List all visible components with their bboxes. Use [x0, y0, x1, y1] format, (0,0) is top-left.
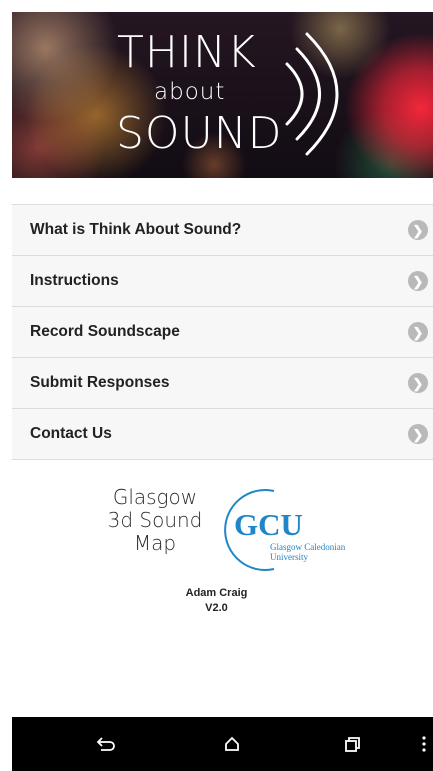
android-nav-bar: [12, 717, 433, 771]
logo-text-line: Map: [133, 531, 177, 555]
glasgow-3d-sound-map-logo: Glasgow 3d Sound Map: [100, 486, 210, 555]
gcu-name-line1: Glasgow Caledonian: [270, 542, 346, 552]
status-bar-area: [0, 0, 433, 12]
menu-item-label: Submit Responses: [30, 374, 170, 391]
menu-item-label: What is Think About Sound?: [30, 221, 242, 238]
hero-title-think: THINK: [117, 27, 257, 78]
spacer: [0, 178, 433, 204]
gcu-name-line2: University: [270, 552, 308, 562]
chevron-right-icon: ❯: [408, 322, 428, 342]
menu-item-what-is[interactable]: What is Think About Sound? ❯: [12, 205, 433, 256]
logo-text-line: 3d Sound: [107, 508, 203, 532]
logo-text-line: Glasgow: [112, 485, 198, 509]
chevron-right-icon: ❯: [408, 220, 428, 240]
sound-waves-icon: [285, 32, 339, 156]
home-button[interactable]: [217, 729, 247, 759]
app-version: V2.0: [205, 602, 228, 614]
chevron-right-icon: ❯: [408, 424, 428, 444]
menu-item-contact-us[interactable]: Contact Us ❯: [12, 409, 433, 460]
back-icon: [96, 737, 115, 751]
chevron-right-icon: ❯: [408, 271, 428, 291]
recent-apps-button[interactable]: [337, 729, 367, 759]
recent-apps-icon: [345, 737, 360, 752]
gcu-logo: GCU Glasgow Caledonian University: [224, 489, 346, 571]
menu-item-label: Contact Us: [30, 425, 112, 442]
credits: Adam Craig V2.0: [0, 586, 433, 616]
back-button[interactable]: [91, 729, 121, 759]
hero-banner: THINK about SOUND: [12, 12, 433, 178]
gcu-acronym: GCU: [234, 507, 303, 542]
menu-item-label: Instructions: [30, 272, 119, 289]
menu-item-instructions[interactable]: Instructions ❯: [12, 256, 433, 307]
menu-item-label: Record Soundscape: [30, 323, 180, 340]
logos-area: Glasgow 3d Sound Map GCU Glasgow Caledon…: [0, 480, 433, 580]
more-icon: [422, 736, 426, 752]
hero-title-sound: SOUND: [116, 108, 283, 159]
author-name: Adam Craig: [185, 587, 248, 599]
main-menu: What is Think About Sound? ❯ Instruction…: [12, 204, 433, 460]
more-button[interactable]: [409, 729, 433, 759]
menu-item-submit-responses[interactable]: Submit Responses ❯: [12, 358, 433, 409]
home-icon: [225, 736, 239, 751]
chevron-right-icon: ❯: [408, 373, 428, 393]
hero-title-about: about: [154, 79, 226, 105]
menu-item-record-soundscape[interactable]: Record Soundscape ❯: [12, 307, 433, 358]
